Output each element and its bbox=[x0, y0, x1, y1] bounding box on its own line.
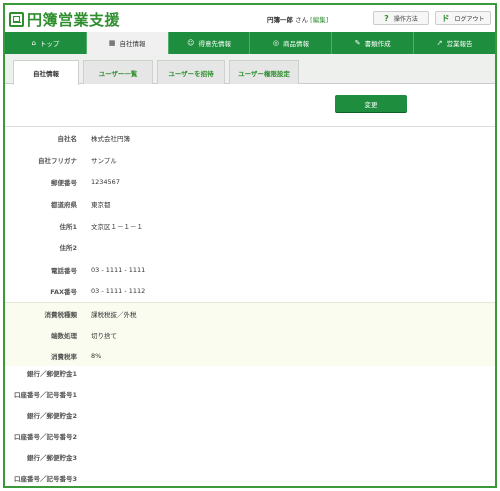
field-label: 銀行／郵便貯金2 bbox=[26, 411, 77, 420]
nav-label: 書類作成 bbox=[364, 40, 391, 48]
edit-icon: ✎ bbox=[354, 39, 361, 47]
nav-top[interactable]: ⌂ トップ bbox=[5, 32, 87, 54]
nav-customers[interactable]: ☺ 得意先情報 bbox=[169, 32, 251, 54]
nav-label: 自社情報 bbox=[119, 40, 146, 48]
field-label: 自社名 bbox=[57, 134, 78, 143]
field-label: 銀行／郵便貯金1 bbox=[26, 369, 77, 378]
field-row: 銀行／郵便貯金3 bbox=[5, 446, 495, 467]
nav-documents[interactable]: ✎ 書類作成 bbox=[332, 32, 415, 54]
field-label: 都道府県 bbox=[51, 200, 77, 209]
field-row: 銀行／郵便貯金2 bbox=[5, 404, 495, 425]
main-nav: ⌂ トップ ▦ 自社情報 ☺ 得意先情報 ◎ 商品情報 ✎ 書類作成 ↗ 営業報告 bbox=[5, 32, 495, 54]
field-row: 口座番号／記号番号3 bbox=[5, 467, 495, 486]
nav-label: 営業報告 bbox=[446, 40, 473, 48]
field-row: 端数処理 切り捨て bbox=[5, 324, 495, 346]
top-bar: 円簿営業支援 円簿一郎 さん [編集] ? 操作方法 ド ログアウト bbox=[5, 5, 495, 31]
field-row: 郵便番号 1234567 bbox=[5, 171, 495, 192]
field-label: 住所2 bbox=[59, 243, 77, 252]
field-row: 電話番号 03 - 1111 - 1111 bbox=[5, 259, 495, 280]
field-value: 文京区１－１－１ bbox=[91, 222, 143, 231]
field-row: 口座番号／記号番号2 bbox=[5, 425, 495, 446]
app-logo[interactable]: 円簿営業支援 bbox=[9, 9, 120, 30]
field-row: 住所2 bbox=[5, 236, 495, 257]
field-value: 課税税抜／外税 bbox=[91, 310, 137, 319]
help-button[interactable]: ? 操作方法 bbox=[373, 11, 429, 25]
home-icon: ⌂ bbox=[31, 39, 36, 47]
people-icon: ☺ bbox=[187, 39, 195, 47]
field-row: 口座番号／記号番号1 bbox=[5, 383, 495, 404]
tab-user-permissions[interactable]: ユーザー権限設定 bbox=[229, 60, 299, 84]
logout-button[interactable]: ド ログアウト bbox=[435, 11, 491, 25]
field-value: 03 - 1111 - 1112 bbox=[91, 286, 146, 295]
help-icon: ? bbox=[384, 13, 389, 23]
field-value: 東京都 bbox=[91, 200, 111, 209]
tab-invite-user[interactable]: ユーザーを招待 bbox=[157, 60, 225, 84]
logo-icon bbox=[9, 12, 24, 27]
field-row: 銀行／郵便貯金1 bbox=[5, 362, 495, 383]
logo-text: 円簿営業支援 bbox=[27, 11, 121, 29]
tab-user-list[interactable]: ユーザー一覧 bbox=[83, 60, 153, 84]
field-row: FAX番号 03 - 1111 - 1112 bbox=[5, 280, 495, 301]
chart-icon: ↗ bbox=[436, 39, 443, 47]
field-row: 都道府県 東京都 bbox=[5, 193, 495, 214]
field-label: 口座番号／記号番号3 bbox=[13, 474, 77, 483]
nav-products[interactable]: ◎ 商品情報 bbox=[250, 32, 333, 54]
nav-company-info[interactable]: ▦ 自社情報 bbox=[86, 32, 169, 54]
product-icon: ◎ bbox=[272, 39, 279, 47]
edit-profile-link[interactable]: [編集] bbox=[310, 16, 328, 24]
field-label: 消費税種類 bbox=[44, 310, 78, 319]
field-label: 端数処理 bbox=[51, 332, 77, 340]
field-label: 消費税率 bbox=[51, 353, 77, 361]
user-name: 円簿一郎 bbox=[267, 16, 293, 24]
field-label: 口座番号／記号番号2 bbox=[13, 432, 77, 441]
field-label: 郵便番号 bbox=[51, 178, 77, 187]
field-label: 住所1 bbox=[59, 222, 77, 231]
field-row: 自社名 株式会社円簿 bbox=[5, 127, 495, 148]
tab-company-info[interactable]: 自社情報 bbox=[13, 60, 79, 85]
nav-label: 商品情報 bbox=[282, 40, 309, 48]
nav-sales-report[interactable]: ↗ 営業報告 bbox=[414, 32, 495, 54]
field-label: FAX番号 bbox=[50, 287, 77, 296]
field-value: サンプル bbox=[91, 156, 117, 165]
field-value: 株式会社円簿 bbox=[91, 134, 130, 143]
change-button[interactable]: 変更 bbox=[335, 95, 407, 112]
app-window: 円簿営業支援 円簿一郎 さん [編集] ? 操作方法 ド ログアウト ⌂ トップ … bbox=[3, 3, 497, 488]
user-info: 円簿一郎 さん [編集] bbox=[267, 14, 328, 24]
logout-icon: ド bbox=[441, 13, 450, 23]
building-icon: ▦ bbox=[108, 39, 116, 47]
logout-label: ログアウト bbox=[454, 15, 485, 23]
nav-label: トップ bbox=[39, 40, 60, 48]
help-label: 操作方法 bbox=[393, 15, 418, 23]
nav-label: 得意先情報 bbox=[198, 40, 231, 48]
user-suffix: さん bbox=[295, 16, 309, 24]
field-row: 住所1 文京区１－１－１ bbox=[5, 215, 495, 236]
field-label: 口座番号／記号番号1 bbox=[13, 390, 77, 399]
field-label: 自社フリガナ bbox=[38, 156, 77, 165]
field-row: 消費税種類 課税税抜／外税 bbox=[5, 302, 495, 324]
field-row: 自社フリガナ サンプル bbox=[5, 149, 495, 170]
field-value: 03 - 1111 - 1111 bbox=[91, 265, 146, 274]
field-label: 電話番号 bbox=[51, 266, 77, 275]
field-value: 1234567 bbox=[91, 177, 120, 186]
field-value: 8% bbox=[91, 352, 102, 360]
field-value: 切り捨て bbox=[91, 332, 117, 340]
field-label: 銀行／郵便貯金3 bbox=[26, 453, 77, 462]
sub-tabs: 自社情報 ユーザー一覧 ユーザーを招待 ユーザー権限設定 bbox=[5, 54, 495, 85]
